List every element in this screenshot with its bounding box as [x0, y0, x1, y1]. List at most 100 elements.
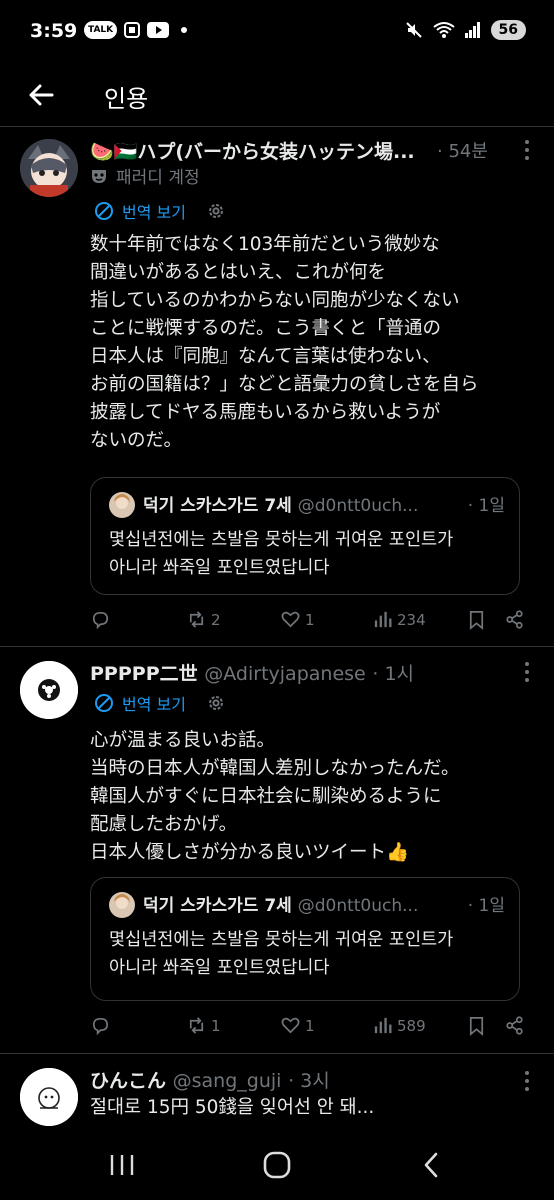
status-right: 56: [405, 20, 526, 40]
post-author-name: PPPPP二世: [90, 663, 198, 685]
quoted-author-handle: @d0ntt0uch...: [297, 496, 419, 516]
quoted-author[interactable]: 덕기 스카스가드 7세 @d0ntt0uch...: [143, 491, 418, 516]
views-icon: [374, 611, 392, 628]
quoted-time: · 1일: [467, 896, 505, 916]
retweet-icon: [189, 1017, 204, 1034]
signal-icon: [464, 22, 480, 38]
quoted-author[interactable]: 덕기 스카스가드 7세 @d0ntt0uch...: [143, 891, 418, 916]
avatar-image: [20, 1068, 78, 1126]
retweet-count: 2: [211, 610, 221, 629]
parody-account-badge: 패러디 계정: [90, 163, 200, 188]
post-item[interactable]: 🍉🇵🇸ハプ(バーから女装ハッテン場... · 54분 패러디 계정 번역 보기 …: [0, 127, 554, 647]
post-item[interactable]: ひんこん @sang_guji · 3시 절대로 15円 50錢을 잊어선 안 …: [0, 1054, 554, 1134]
reply-button[interactable]: [90, 609, 111, 630]
avatar[interactable]: [20, 661, 78, 719]
quoted-author-name: 덕기 스카스가드 7세: [143, 496, 292, 516]
gear-icon[interactable]: [206, 693, 226, 713]
quoted-avatar: [109, 492, 135, 518]
mask-icon: [92, 169, 106, 183]
views-icon: [374, 1017, 392, 1034]
reply-icon: [92, 611, 109, 630]
quoted-post[interactable]: 덕기 스카스가드 7세 @d0ntt0uch... · 1일 몇십년전에는 츠발…: [90, 877, 520, 1001]
avatar[interactable]: [20, 139, 78, 197]
share-button[interactable]: [504, 609, 525, 630]
post-author-handle: @sang_guji: [172, 1070, 282, 1092]
more-options-icon[interactable]: [524, 661, 530, 683]
home-icon[interactable]: [257, 1148, 297, 1182]
post-body: 数十年前ではなく103年前だという微妙な 間違いがあるとはいえ、これが何を 指し…: [90, 234, 479, 451]
like-button[interactable]: 1: [280, 1015, 315, 1036]
more-options-icon[interactable]: [524, 139, 530, 161]
post-time: · 3시: [288, 1070, 330, 1092]
retweet-icon: [189, 611, 204, 628]
views-button[interactable]: 589: [372, 1015, 426, 1036]
retweet-button[interactable]: 2: [186, 609, 221, 630]
quoted-time: · 1일: [467, 496, 505, 516]
translate-link[interactable]: 번역 보기: [94, 691, 226, 715]
quoted-text: 몇십년전에는 츠발음 못하는게 귀여운 포인트가 아니라 쏴죽일 포인트였답니다: [109, 930, 454, 978]
share-button[interactable]: [504, 1015, 525, 1036]
avatar-image: [20, 139, 78, 197]
quoted-text: 몇십년전에는 츠발음 못하는게 귀여운 포인트가 아니라 쏴죽일 포인트였답니다: [109, 530, 454, 578]
mute-icon: [405, 22, 422, 38]
share-icon: [506, 610, 523, 629]
post-time: · 1시: [372, 663, 415, 685]
post-body: 心が温まる良いお話。 当時の日本人が韓国人差別しなかったんだ。 韓国人がすぐに日…: [90, 730, 460, 863]
translate-icon: [95, 694, 113, 712]
views-button[interactable]: 234: [372, 609, 426, 630]
translate-label[interactable]: 번역 보기: [122, 199, 186, 223]
status-time: 3:59: [30, 20, 78, 42]
battery-indicator: 56: [490, 20, 526, 40]
like-button[interactable]: 1: [280, 609, 315, 630]
avatar-image: [20, 661, 78, 719]
post-item[interactable]: PPPPP二世 @Adirtyjapanese · 1시 번역 보기 心が温まる…: [0, 647, 554, 1054]
post-author-name: ひんこん: [90, 1070, 167, 1092]
reply-icon: [92, 1017, 109, 1036]
views-count: 589: [397, 1016, 426, 1035]
share-icon: [506, 1016, 523, 1035]
reply-button[interactable]: [90, 1015, 111, 1036]
kakaotalk-icon: TALK: [84, 21, 118, 39]
status-bar: 3:59 TALK 56: [0, 0, 554, 64]
bookmark-icon: [469, 1017, 484, 1036]
translate-icon: [95, 202, 113, 220]
like-count: 1: [305, 1016, 315, 1035]
bookmark-icon: [469, 611, 484, 630]
bookmark-button[interactable]: [466, 1015, 487, 1036]
retweet-count: 1: [211, 1016, 221, 1035]
bookmark-button[interactable]: [466, 609, 487, 630]
avatar[interactable]: [20, 1068, 78, 1126]
back-arrow-icon[interactable]: [26, 80, 56, 110]
views-count: 234: [397, 610, 426, 629]
retweet-button[interactable]: 1: [186, 1015, 221, 1036]
heart-icon: [281, 611, 300, 628]
post-actions: 1 1 589: [90, 1015, 530, 1043]
badge-label: 패러디 계정: [116, 168, 200, 188]
page-title: 인용: [104, 85, 149, 113]
gear-icon[interactable]: [206, 201, 226, 221]
like-count: 1: [305, 610, 315, 629]
post-author[interactable]: ひんこん @sang_guji · 3시: [90, 1066, 330, 1093]
system-navigation-bar: [0, 1130, 554, 1200]
post-time: · 54분: [437, 141, 488, 162]
heart-icon: [281, 1017, 300, 1034]
quoted-avatar: [109, 892, 135, 918]
top-header: 인용: [0, 64, 554, 127]
more-notifications-dot: [181, 27, 188, 33]
youtube-icon: [147, 22, 170, 38]
screenshot-icon: [124, 22, 141, 38]
recent-apps-icon[interactable]: [102, 1148, 142, 1182]
back-icon[interactable]: [412, 1148, 452, 1182]
more-options-icon[interactable]: [524, 1070, 530, 1092]
quoted-author-name: 덕기 스카스가드 7세: [143, 896, 292, 916]
translate-link[interactable]: 번역 보기: [94, 199, 226, 223]
wifi-icon: [432, 22, 455, 38]
translate-label[interactable]: 번역 보기: [122, 691, 186, 715]
post-actions: 2 1 234: [90, 609, 530, 637]
post-author[interactable]: PPPPP二世 @Adirtyjapanese · 1시: [90, 659, 414, 686]
post-author-name[interactable]: 🍉🇵🇸ハプ(バーから女装ハッテン場...: [90, 137, 415, 164]
quoted-author-handle: @d0ntt0uch...: [297, 896, 419, 916]
quoted-post[interactable]: 덕기 스카스가드 7세 @d0ntt0uch... · 1일 몇십년전에는 츠발…: [90, 477, 520, 595]
status-notification-icons: TALK: [84, 21, 188, 39]
post-author-handle: @Adirtyjapanese: [204, 663, 366, 685]
